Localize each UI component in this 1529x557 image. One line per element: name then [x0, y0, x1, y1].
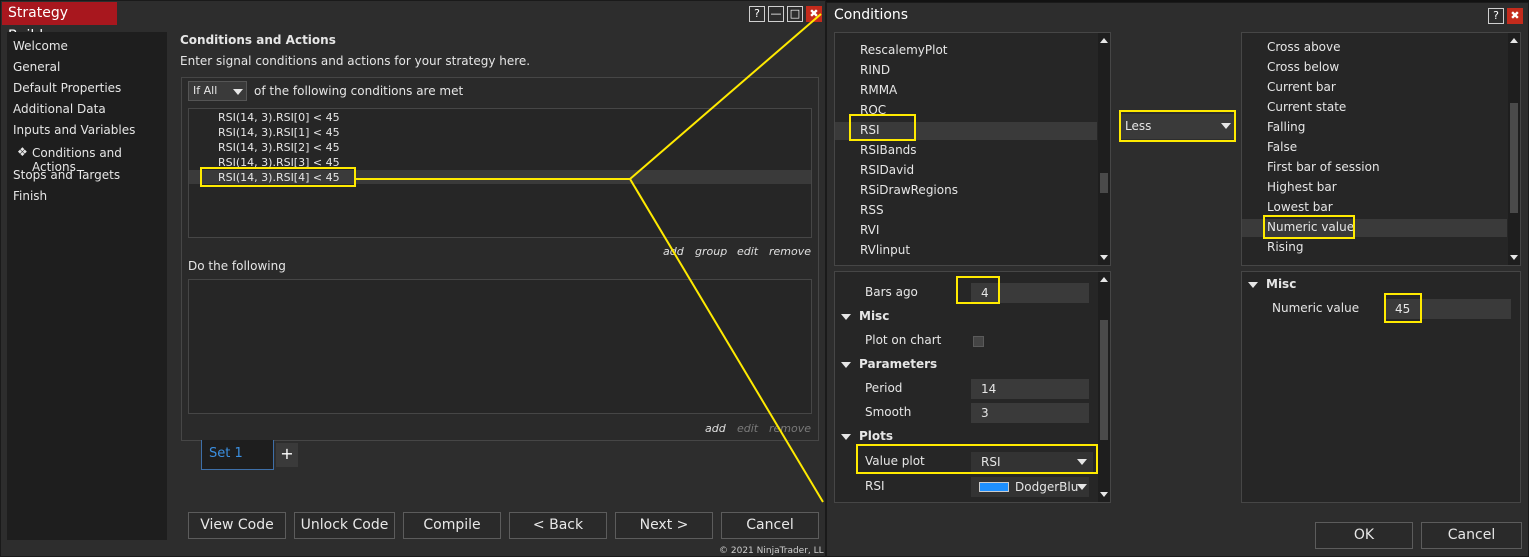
annotation-lines	[356, 13, 824, 503]
